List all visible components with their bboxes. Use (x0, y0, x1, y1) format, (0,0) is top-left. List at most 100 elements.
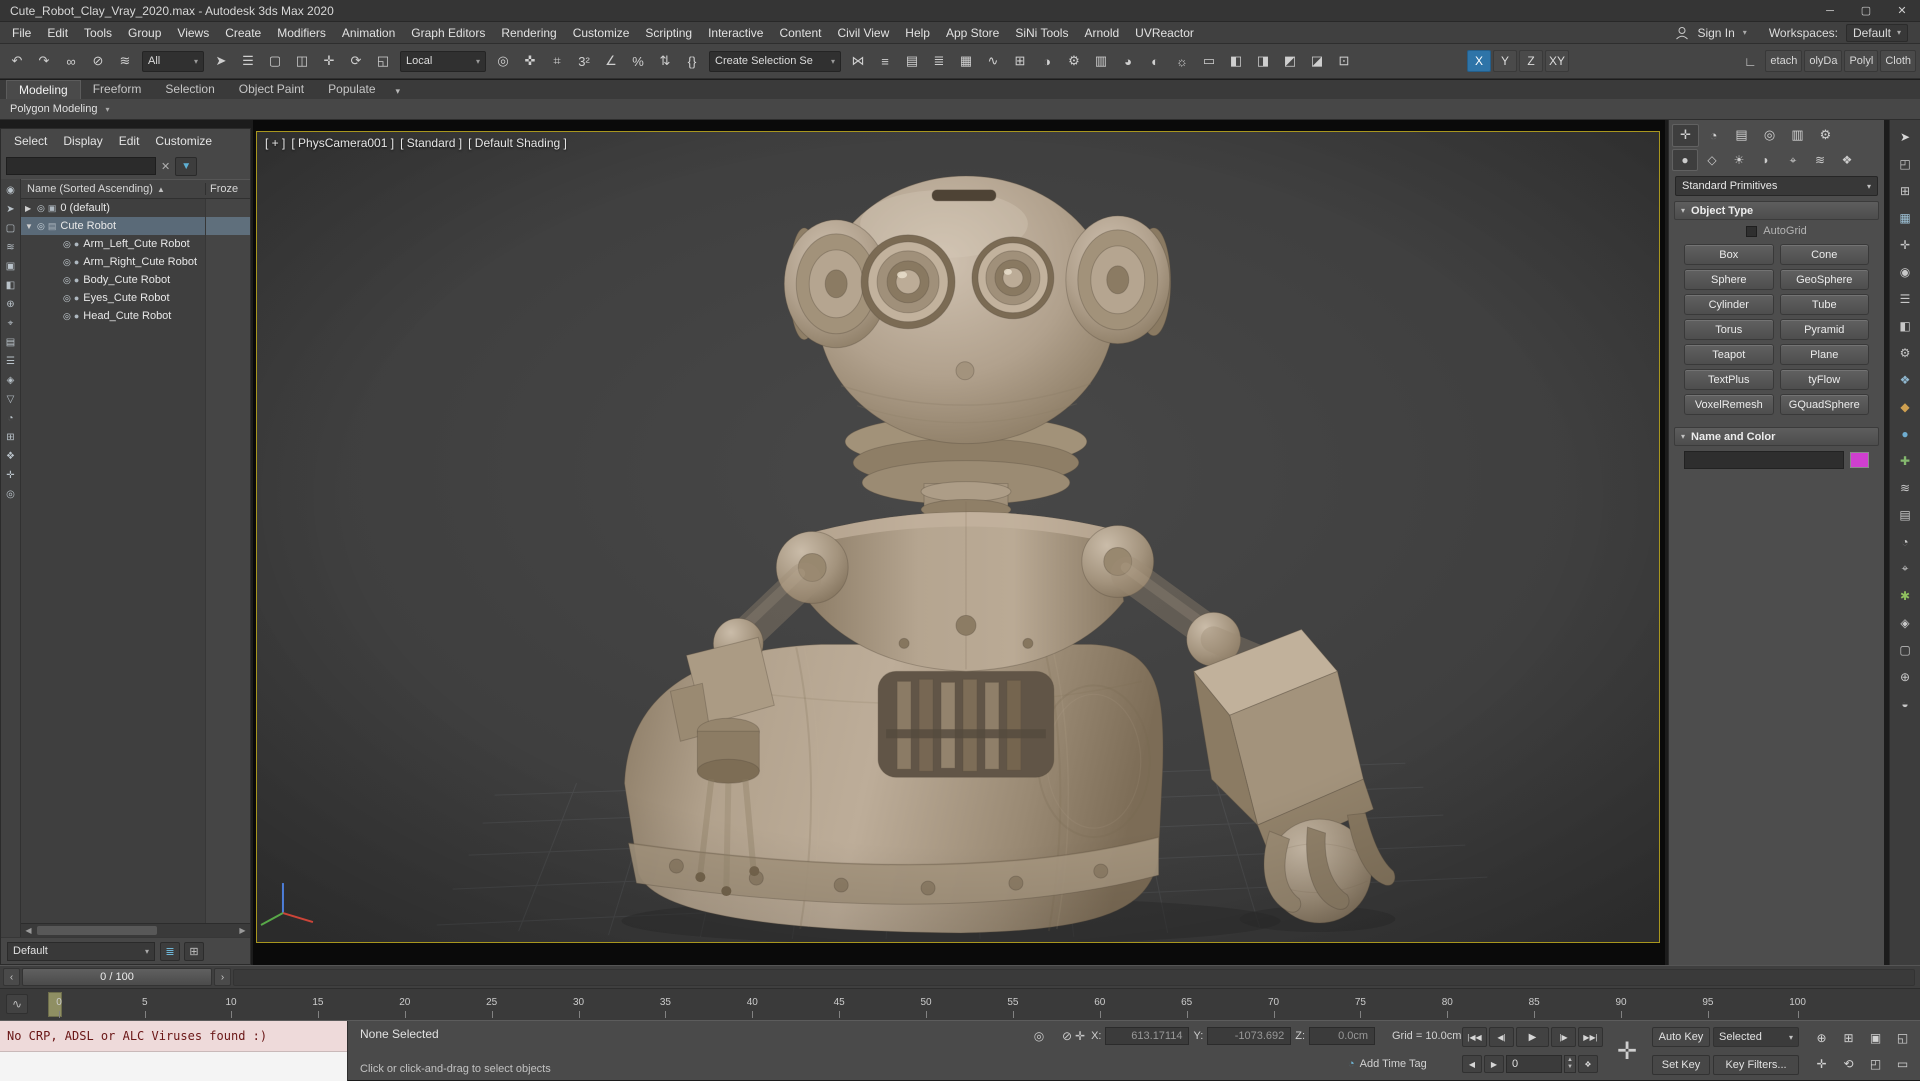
utilities-tab-icon[interactable]: ⚙ (1812, 124, 1839, 147)
scene-tree-row[interactable]: ◎ ● Head_Cute Robot (21, 307, 250, 325)
explorer-horizontal-scrollbar[interactable]: ◀ ▶ (21, 923, 250, 937)
spinner-snap-icon[interactable]: ⇅ (652, 48, 678, 75)
active-viewport[interactable]: [ + ] [ PhysCamera001 ] [ Standard ] [ D… (256, 131, 1660, 943)
scene-explorer-menu[interactable]: Select (7, 132, 54, 150)
left-dock-icon-6[interactable]: ◧ (3, 278, 19, 293)
left-dock-icon-11[interactable]: ◈ (3, 373, 19, 388)
ribbon-tab[interactable]: Freeform (81, 80, 154, 99)
object-type-button[interactable]: VoxelRemesh (1684, 394, 1774, 415)
time-slider-handle[interactable]: 0 / 100 (22, 968, 212, 986)
visibility-eye-icon[interactable]: ◎ (63, 257, 71, 268)
y-coordinate-field[interactable]: -1073.692 (1207, 1027, 1291, 1045)
docked-toolbar-button[interactable]: etach (1765, 50, 1802, 72)
listener-input-line[interactable] (0, 1052, 347, 1081)
select-and-manipulate-icon[interactable]: ✜ (517, 48, 543, 75)
ribbon-tab[interactable]: Modeling (6, 80, 81, 99)
bind-to-space-warp-icon[interactable]: ≋ (112, 48, 138, 75)
material-editor-icon[interactable]: ◑ (1034, 48, 1060, 75)
select-object-icon[interactable]: ➤ (208, 48, 234, 75)
menu-item[interactable]: SiNi Tools (1007, 24, 1076, 42)
plugin-icon-6[interactable]: ◩ (1277, 48, 1303, 75)
mirror-icon[interactable]: ⋈ (845, 48, 871, 75)
right-dock-icon-18[interactable]: ✱ (1893, 584, 1918, 607)
region-zoom-icon[interactable]: ▭ (1890, 1052, 1915, 1076)
zoom-extents-icon[interactable]: ▣ (1863, 1026, 1888, 1050)
ribbon-tab[interactable]: Populate (316, 80, 387, 99)
snaps-toggle-icon[interactable]: 3² (571, 48, 597, 75)
maxscript-mini-listener[interactable]: No CRP, ADSL or ALC Viruses found :) (0, 1021, 348, 1081)
coordinate-mode-icon[interactable]: ✛ (1075, 1029, 1085, 1043)
spinner-up-icon[interactable]: ▲ (1565, 1057, 1575, 1064)
axis-constraint-button[interactable]: Z (1519, 50, 1543, 72)
pan-icon[interactable]: ✛ (1809, 1052, 1834, 1076)
zoom-icon[interactable]: ⊕ (1809, 1026, 1834, 1050)
key-selection-dropdown[interactable]: Selected ▾ (1713, 1027, 1799, 1047)
viewport-pov-menu[interactable]: [ PhysCamera001 ] (291, 136, 394, 150)
object-type-button[interactable]: Torus (1684, 319, 1774, 340)
polygon-modeling-panel[interactable]: Polygon Modeling (10, 103, 97, 115)
redo-icon[interactable]: ↷ (31, 48, 57, 75)
right-dock-icon-10[interactable]: ❖ (1893, 368, 1918, 391)
ribbon-chevron-icon[interactable]: ▾ (396, 86, 401, 97)
object-type-button[interactable]: Tube (1780, 294, 1870, 315)
spinner-down-icon[interactable]: ▼ (1565, 1064, 1575, 1071)
object-type-button[interactable]: Cylinder (1684, 294, 1774, 315)
visibility-eye-icon[interactable]: ◎ (63, 275, 71, 286)
restore-button[interactable]: ▢ (1848, 0, 1884, 21)
viewport-canvas[interactable] (257, 132, 1659, 942)
right-dock-icon-20[interactable]: ▢ (1893, 638, 1918, 661)
systems-icon[interactable]: ❖ (1834, 149, 1860, 171)
menu-item[interactable]: Civil View (829, 24, 897, 42)
x-coordinate-field[interactable]: 613.17114 (1105, 1027, 1189, 1045)
curve-editor-icon[interactable]: ∿ (980, 48, 1006, 75)
right-dock-icon-21[interactable]: ⊕ (1893, 665, 1918, 688)
visibility-eye-icon[interactable]: ◎ (63, 293, 71, 304)
ribbon-tab[interactable]: Object Paint (227, 80, 316, 99)
left-dock-icon-16[interactable]: ✛ (3, 468, 19, 483)
rectangular-selection-icon[interactable]: ▢ (262, 48, 288, 75)
search-input[interactable] (6, 157, 156, 175)
object-type-button[interactable]: Cone (1780, 244, 1870, 265)
menu-item[interactable]: Views (169, 24, 217, 42)
primitive-category-dropdown[interactable]: Standard Primitives ▾ (1675, 176, 1878, 196)
orbit-icon[interactable]: ⟲ (1836, 1052, 1861, 1076)
left-dock-icon-12[interactable]: ▽ (3, 392, 19, 407)
plugin-icon-1[interactable]: ◐ (1142, 48, 1168, 75)
window-crossing-icon[interactable]: ◫ (289, 48, 315, 75)
sign-in-button[interactable]: Sign In (1697, 26, 1734, 40)
object-type-button[interactable]: Teapot (1684, 344, 1774, 365)
shapes-icon[interactable]: ◇ (1699, 149, 1725, 171)
key-filters-button[interactable]: Key Filters... (1713, 1055, 1799, 1075)
visibility-eye-icon[interactable]: ◎ (37, 221, 45, 232)
object-type-button[interactable]: Sphere (1684, 269, 1774, 290)
next-key-icon[interactable]: ▶ (1484, 1055, 1504, 1073)
set-key-button[interactable]: Set Key (1652, 1055, 1710, 1075)
track-bar[interactable]: 0510152025303540455055606570758085909510… (0, 988, 1920, 1020)
scene-explorer-menu[interactable]: Customize (148, 132, 219, 150)
menu-item[interactable]: Scripting (637, 24, 700, 42)
right-dock-pointer-icon[interactable]: ➤ (1893, 125, 1918, 148)
right-dock-icon-17[interactable]: ⌖ (1893, 557, 1918, 580)
menu-item[interactable]: Tools (76, 24, 120, 42)
motion-tab-icon[interactable]: ◎ (1756, 124, 1783, 147)
right-dock-icon-16[interactable]: ◔ (1893, 530, 1918, 553)
plugin-icon-5[interactable]: ◨ (1250, 48, 1276, 75)
menu-item[interactable]: Animation (334, 24, 403, 42)
create-tab-icon[interactable]: ✛ (1672, 124, 1699, 147)
minimize-button[interactable]: ─ (1812, 0, 1848, 21)
scene-explorer-menu[interactable]: Edit (112, 132, 147, 150)
reference-coordinate-dropdown[interactable]: Local▾ (400, 51, 486, 72)
right-dock-icon-8[interactable]: ◧ (1893, 314, 1918, 337)
undo-icon[interactable]: ↶ (4, 48, 30, 75)
angle-icon[interactable]: ∟ (1738, 49, 1762, 73)
previous-frame-icon[interactable]: ◀| (1489, 1027, 1514, 1047)
right-dock-icon-9[interactable]: ⚙ (1893, 341, 1918, 364)
right-dock-icon-19[interactable]: ◈ (1893, 611, 1918, 634)
object-name-field[interactable] (1684, 451, 1844, 469)
object-type-button[interactable]: Box (1684, 244, 1774, 265)
menu-item[interactable]: App Store (938, 24, 1007, 42)
scene-tree-row[interactable]: ◎ ● Eyes_Cute Robot (21, 289, 250, 307)
menu-item[interactable]: Content (771, 24, 829, 42)
object-type-button[interactable]: GeoSphere (1780, 269, 1870, 290)
space-warps-icon[interactable]: ≋ (1807, 149, 1833, 171)
